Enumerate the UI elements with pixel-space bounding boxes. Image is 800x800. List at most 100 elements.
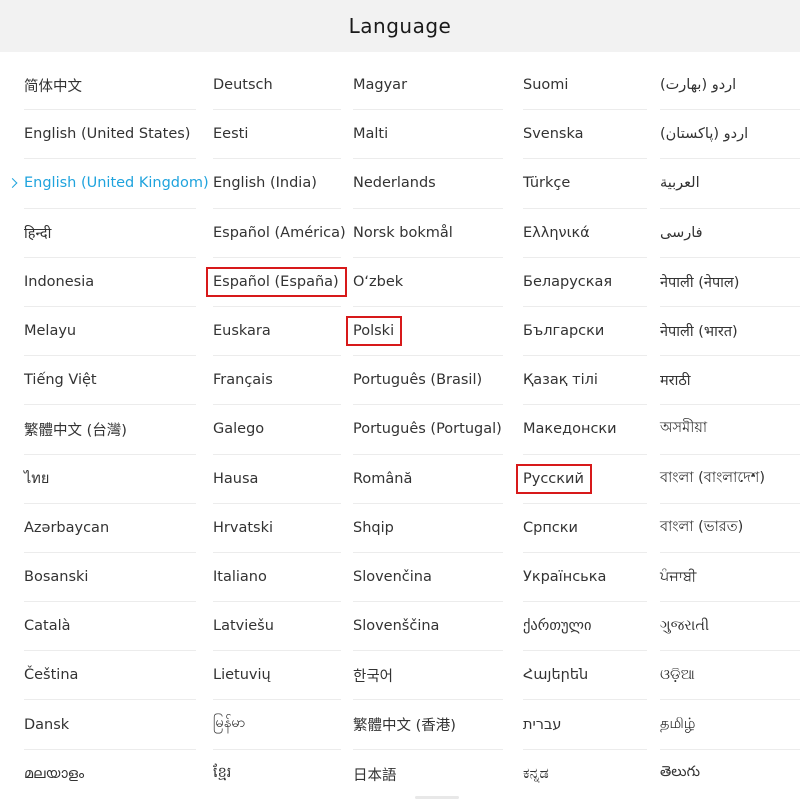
language-option[interactable]: ಕನ್ನಡ <box>523 750 647 799</box>
language-label: ไทย <box>24 471 50 488</box>
language-option[interactable]: Slovenščina <box>353 602 503 652</box>
language-label: Հայերեն <box>523 667 589 684</box>
language-option[interactable]: Suomi <box>523 61 647 111</box>
language-option[interactable]: Malti <box>353 110 503 160</box>
chevron-right-icon <box>7 178 18 189</box>
language-label: עברית <box>523 716 562 733</box>
language-option[interactable]: ગુજરાતી <box>660 602 800 652</box>
language-option[interactable]: বাংলা (ভারত) <box>660 504 800 553</box>
language-option[interactable]: العربية <box>660 159 800 209</box>
language-option[interactable]: Euskara <box>213 307 341 357</box>
language-option[interactable]: 日本語 <box>353 750 503 799</box>
language-option[interactable]: Română <box>353 455 503 504</box>
language-option[interactable]: Italiano <box>213 553 341 603</box>
language-label: Slovenščina <box>353 618 440 635</box>
language-option[interactable]: Eesti <box>213 110 341 160</box>
language-option[interactable]: ਪੰਜਾਬੀ <box>660 553 800 603</box>
language-option[interactable]: Македонски <box>523 405 647 455</box>
language-label: ਪੰਜਾਬੀ <box>660 568 697 585</box>
language-option[interactable]: Български <box>523 307 647 357</box>
language-option[interactable]: Српски <box>523 504 647 553</box>
language-option[interactable]: Čeština <box>24 651 196 701</box>
language-option[interactable]: ไทย <box>24 455 196 504</box>
language-label: Português (Brasil) <box>353 372 483 389</box>
language-option[interactable]: 한국어 <box>353 651 503 701</box>
language-option[interactable]: Svenska <box>523 110 647 160</box>
language-label: Қазақ тілі <box>523 372 598 389</box>
language-option[interactable]: English (United States) <box>24 110 196 160</box>
language-label: Français <box>213 372 273 389</box>
language-option[interactable]: Slovenčina <box>353 553 503 603</box>
language-option[interactable]: Magyar <box>353 61 503 111</box>
language-option[interactable]: Català <box>24 602 196 652</box>
language-label: Dansk <box>24 716 70 733</box>
language-option[interactable]: O‘zbek <box>353 258 503 307</box>
language-option[interactable]: हिन्दी <box>24 209 196 258</box>
language-option[interactable]: অসমীয়া <box>660 405 800 455</box>
language-column: Magyar Malti Nederlands Norsk bokmål O‘zbek P… <box>345 61 503 799</box>
language-option[interactable]: Беларуская <box>523 258 647 307</box>
language-option[interactable]: Tiếng Việt <box>24 356 196 406</box>
language-label: Eesti <box>213 126 249 143</box>
language-option[interactable]: नेपाली (भारत) <box>660 307 800 357</box>
language-option[interactable]: မြန်မာ <box>213 700 341 750</box>
language-option[interactable]: Shqip <box>353 504 503 553</box>
language-option[interactable]: Español (América) <box>213 209 346 258</box>
language-option[interactable]: 繁體中文 (香港) <box>353 700 503 750</box>
language-label: Galego <box>213 421 265 438</box>
language-option[interactable]: Ελληνικά <box>523 209 647 258</box>
language-option[interactable]: 简体中文 <box>24 61 196 111</box>
language-option[interactable]: Türkçe <box>523 159 647 209</box>
language-option[interactable]: മലയാളം <box>24 750 196 799</box>
language-label: Slovenčina <box>353 568 432 585</box>
language-label: ខ្មែរ <box>213 764 232 781</box>
language-option[interactable]: ខ្មែរ <box>213 750 341 799</box>
language-option[interactable]: Nederlands <box>353 159 503 209</box>
language-option[interactable]: English (United Kingdom) <box>7 159 209 209</box>
language-option[interactable]: اردو (بھارت) <box>660 61 800 111</box>
language-option[interactable]: Русский <box>516 455 647 504</box>
language-option[interactable]: नेपाली (नेपाल) <box>660 258 800 307</box>
language-label: বাংলা (বাংলাদেশ) <box>660 469 765 486</box>
language-option[interactable]: Melayu <box>24 307 196 357</box>
language-option[interactable]: اردو (پاکستان) <box>660 110 800 160</box>
language-label: Македонски <box>523 421 617 438</box>
language-option[interactable]: Қазақ тілі <box>523 356 647 406</box>
language-label: Magyar <box>353 77 408 94</box>
language-option[interactable]: Hausa <box>213 455 341 504</box>
language-option[interactable]: ଓଡ଼ିଆ <box>660 651 800 701</box>
language-option[interactable]: فارسی <box>660 209 800 258</box>
language-option[interactable]: English (India) <box>213 159 341 209</box>
language-option[interactable]: Português (Brasil) <box>353 356 503 406</box>
language-option[interactable]: Español (España) <box>206 258 347 307</box>
language-label: Azərbaycan <box>24 519 110 536</box>
language-option[interactable]: Հայերեն <box>523 651 647 701</box>
language-option[interactable]: ქართული <box>523 602 647 652</box>
language-option[interactable]: Azərbaycan <box>24 504 196 553</box>
title-bar: Language <box>0 0 800 52</box>
language-option[interactable]: Português (Portugal) <box>353 405 503 455</box>
language-option[interactable]: Polski <box>345 307 503 357</box>
language-column: Deutsch Eesti English (India) Español (Amér… <box>206 61 347 799</box>
language-option[interactable]: తెలుగు <box>660 750 800 799</box>
language-option[interactable]: Hrvatski <box>213 504 341 553</box>
language-option[interactable]: Deutsch <box>213 61 341 111</box>
language-label: Română <box>353 470 413 487</box>
language-option[interactable]: Latviešu <box>213 602 341 652</box>
language-label: ಕನ್ನಡ <box>523 766 549 783</box>
language-option[interactable]: Bosanski <box>24 553 196 603</box>
language-option[interactable]: Français <box>213 356 341 406</box>
language-option[interactable]: Українська <box>523 553 647 603</box>
language-option[interactable]: Lietuvių <box>213 651 341 701</box>
language-option[interactable]: 繁體中文 (台灣) <box>24 405 196 455</box>
language-option[interactable]: עברית <box>523 700 647 750</box>
language-label: 繁體中文 (香港) <box>353 718 456 735</box>
language-option[interactable]: বাংলা (বাংলাদেশ) <box>660 455 800 504</box>
language-option[interactable]: Dansk <box>24 700 196 750</box>
language-option[interactable]: Indonesia <box>24 258 196 307</box>
language-option[interactable]: मराठी <box>660 356 800 406</box>
language-option[interactable]: தமிழ் <box>660 700 800 750</box>
language-option[interactable]: Galego <box>213 405 341 455</box>
language-option[interactable]: Norsk bokmål <box>353 209 503 258</box>
language-label: 한국어 <box>353 668 394 685</box>
